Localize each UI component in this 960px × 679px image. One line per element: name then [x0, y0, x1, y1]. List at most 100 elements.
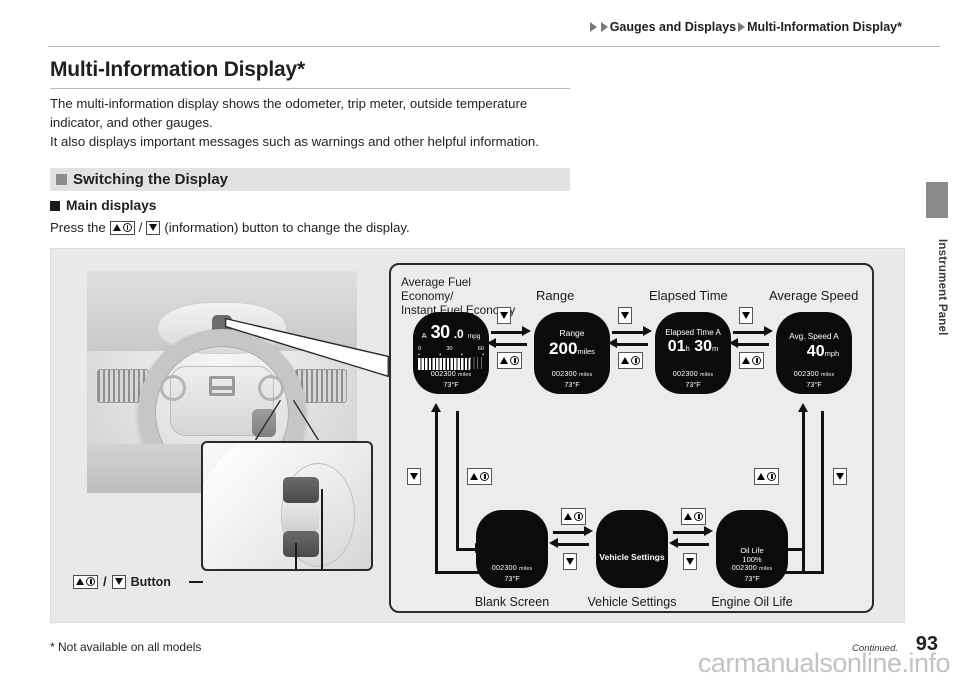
triangle-up-icon — [757, 473, 765, 480]
subsection-bullet-icon — [50, 200, 60, 211]
flow-arrow-head-right-1 — [522, 326, 531, 336]
flow-arrow-head-left-2 — [608, 338, 617, 348]
information-circle-icon — [86, 577, 95, 586]
triangle-up-icon — [500, 357, 508, 364]
triangle-down-icon — [566, 558, 574, 565]
outside-temperature: 73°F — [806, 380, 822, 389]
flow-arrow-shaft-left-1 — [495, 343, 527, 346]
info-up-button-physical — [283, 477, 319, 503]
odometer-unit: miles — [759, 566, 773, 572]
outside-temperature: 73°F — [564, 380, 580, 389]
display-footer: 002300 miles 73°F — [413, 369, 489, 389]
outside-temperature: 73°F — [443, 380, 459, 389]
odometer-value: 002300 — [430, 369, 456, 378]
display-footer: 002300 miles 73°F — [534, 369, 610, 389]
odometer-unit: miles — [579, 372, 593, 378]
triangle-down-icon — [621, 312, 629, 319]
slash-separator: / — [103, 574, 107, 589]
triangle-up-icon — [742, 357, 750, 364]
flow-button-down-5 — [683, 553, 697, 570]
triangle-down-icon — [500, 312, 508, 319]
triangle-down-icon — [742, 312, 750, 319]
steering-switch-closeup-inset — [201, 441, 373, 571]
average-speed-readout: 40mph — [789, 343, 839, 361]
odometer-unit: miles — [458, 372, 472, 378]
elapsed-hours: 01 — [667, 338, 686, 355]
information-circle-icon — [510, 356, 519, 365]
breadcrumb-item-multi-information-display[interactable]: Multi-Information Display* — [747, 20, 902, 34]
display-elapsed-time: Elapsed Time A 01h 30m 002300 miles 73°F — [655, 312, 731, 394]
loop-left-up-shaft — [435, 411, 438, 574]
figure-multi-information-display-flow: / Button Average Fuel Economy/ Instant F… — [50, 248, 905, 623]
flow-button-down-2 — [618, 307, 632, 324]
odometer-value: 002300 — [491, 563, 517, 572]
display-range: Range 200miles 002300 miles 73°F — [534, 312, 610, 394]
loop-left-down-elbow — [456, 548, 476, 551]
flow-button-down-3 — [739, 307, 753, 324]
breadcrumb-arrow-icon — [589, 22, 597, 32]
fuel-economy-decimal: .0 — [453, 327, 464, 341]
breadcrumb-item-gauges-and-displays[interactable]: Gauges and Displays — [610, 20, 736, 34]
bar-graph-empty — [470, 357, 484, 369]
flow-arrow-shaft-right-1 — [491, 331, 523, 334]
display-footer: 002300 miles 73°F — [776, 369, 852, 389]
average-speed-title: Avg. Speed A — [789, 332, 839, 341]
triangle-down-icon — [410, 473, 418, 480]
flow-button-up-4 — [561, 508, 586, 525]
column-label-average-speed: Average Speed — [769, 288, 859, 303]
elapsed-hours-unit: h — [685, 344, 690, 353]
inset-leader-line-up — [321, 489, 323, 569]
info-button-label-text: Button — [130, 574, 171, 589]
elapsed-time-readout: 01h 30m — [668, 338, 718, 356]
fuel-economy-readout: A 30 .0 mpg — [422, 322, 481, 343]
loop-right-button-up — [754, 468, 779, 485]
elapsed-minutes: 30 — [694, 338, 712, 355]
triangle-up-icon — [684, 513, 692, 520]
display-average-fuel-economy: A 30 .0 mpg 0 30 60 ▪▪▪▪ 002300 miles — [413, 312, 489, 394]
inset-leader-line-down — [295, 543, 297, 569]
triangle-down-icon — [149, 224, 158, 231]
menu-button-physical — [283, 505, 319, 531]
average-speed-value: 40 — [806, 343, 825, 360]
average-speed-unit: mph — [824, 349, 840, 358]
information-circle-icon — [574, 512, 583, 521]
flow-arrow-shaft-right-2 — [612, 331, 644, 334]
caption-blank-screen: Blank Screen — [474, 595, 550, 609]
flow-arrow-head-right-4 — [584, 526, 593, 536]
elapsed-minutes-unit: m — [711, 344, 719, 353]
press-instruction-after: (information) button to change the displ… — [164, 220, 410, 235]
breadcrumb-arrow-icon — [738, 22, 746, 32]
flow-button-up-3 — [739, 352, 764, 369]
press-instruction-before: Press the — [50, 220, 106, 235]
triangle-up-icon — [470, 473, 478, 480]
trip-letter: A — [421, 331, 427, 340]
fuel-economy-unit: mpg — [467, 333, 481, 340]
page-title: Multi-Information Display* — [50, 58, 305, 81]
caption-engine-oil-life: Engine Oil Life — [711, 595, 793, 609]
triangle-up-icon — [112, 224, 121, 231]
breadcrumb: Gauges and Displays Multi-Information Di… — [588, 20, 902, 34]
button-label-leader-line — [189, 581, 203, 583]
flow-arrow-head-left-3 — [729, 338, 738, 348]
info-button-callout-label: / Button — [73, 574, 171, 589]
flow-arrow-shaft-left-3 — [737, 343, 769, 346]
flow-arrow-head-right-3 — [764, 326, 773, 336]
section-heading-label: Switching the Display — [73, 171, 229, 188]
odometer-value: 002300 — [551, 369, 577, 378]
intro-paragraph-2: It also displays important messages such… — [50, 134, 539, 149]
information-circle-icon — [480, 472, 489, 481]
loop-left-down-shaft — [456, 411, 459, 551]
outside-temperature: 73°F — [685, 380, 701, 389]
instant-fuel-economy-bar-graph: 0 30 60 ▪ ▪ ▪ ▪ — [418, 346, 484, 370]
odometer-unit: miles — [821, 372, 835, 378]
triangle-down-icon — [114, 578, 123, 585]
intro-text: The multi-information display shows the … — [50, 94, 580, 151]
flow-arrow-shaft-left-4 — [557, 543, 589, 546]
outside-temperature: 73°F — [504, 574, 520, 583]
caption-vehicle-settings: Vehicle Settings — [587, 595, 677, 609]
subsection-heading-label: Main displays — [66, 198, 157, 213]
flow-button-up-2 — [618, 352, 643, 369]
display-average-speed: Avg. Speed A 40mph 002300 miles 73°F — [776, 312, 852, 394]
flow-arrow-head-right-2 — [643, 326, 652, 336]
loop-right-down-shaft — [821, 411, 824, 574]
